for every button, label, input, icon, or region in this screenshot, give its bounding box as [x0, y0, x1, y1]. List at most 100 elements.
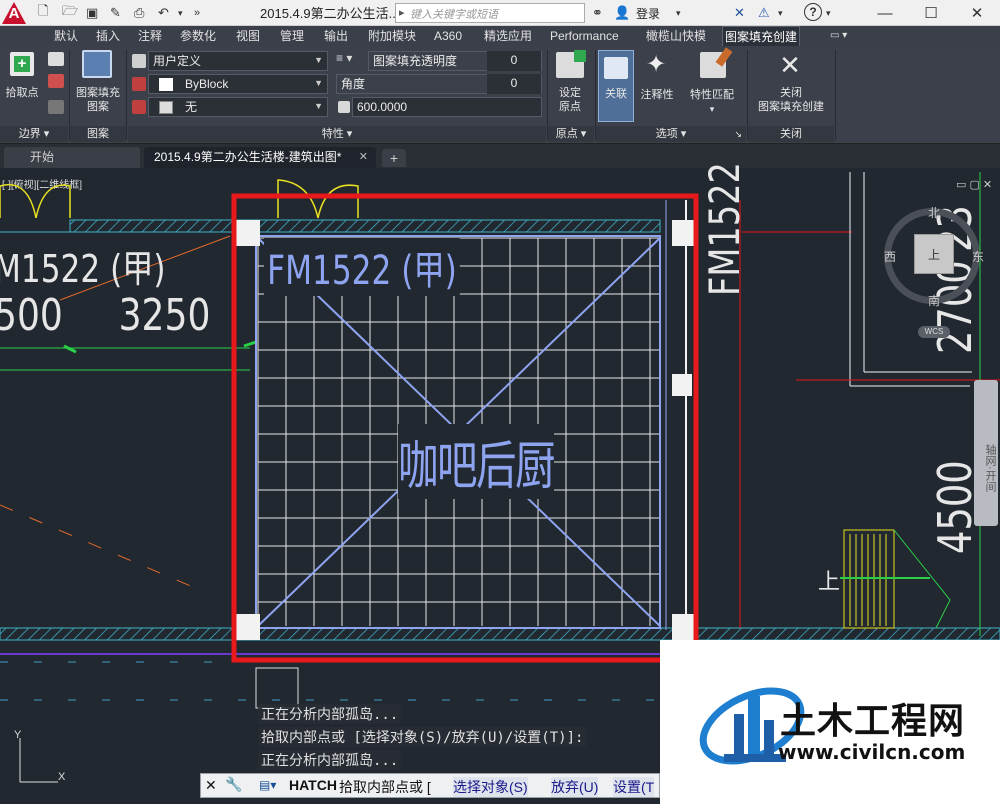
set-origin-icon[interactable] [556, 50, 586, 78]
title-bar: A 🗋 🗁 ▣ ✎ ⎙ ↶ ▾ » 2015.4.9第二办公生活... 键入关键… [0, 0, 1000, 26]
close-tab-icon[interactable]: ✕ [359, 147, 368, 168]
hatch-pattern-icon[interactable] [82, 50, 112, 78]
recreate-boundary-icon[interactable] [48, 100, 64, 114]
associative-toggle[interactable]: 关联 [598, 50, 634, 122]
tab-ganlanshan[interactable]: 橄榄山快模 [644, 26, 708, 46]
pick-points-button[interactable]: 拾取点 [2, 86, 42, 100]
command-customize-icon[interactable]: 🔧 [225, 776, 242, 793]
binoculars-icon[interactable]: ⚭ [592, 3, 603, 23]
spacing-icon [338, 101, 350, 113]
tab-active-drawing[interactable]: 2015.4.9第二办公生活楼-建筑出图* ✕ [144, 147, 376, 168]
option-settings[interactable]: 设置(T [613, 777, 655, 797]
viewcube-north[interactable]: 北 [928, 204, 940, 221]
login-dropdown-icon[interactable]: ▾ [676, 3, 681, 23]
command-history-line-1: 正在分析内部孤岛... [258, 704, 402, 724]
a360-dropdown-icon[interactable]: ▾ [778, 3, 783, 23]
boundary-panel-label[interactable]: 边界 ▾ [0, 126, 68, 142]
tab-addins[interactable]: 附加模块 [366, 26, 418, 46]
pick-points-icon[interactable]: + [10, 52, 34, 76]
tab-insert[interactable]: 插入 [94, 26, 122, 46]
hatch-type-select[interactable]: 用户定义 ▼ [148, 51, 328, 71]
grip-top-right[interactable] [672, 220, 694, 246]
undo-dropdown-icon[interactable]: ▾ [178, 3, 183, 23]
tab-manage[interactable]: 管理 [278, 26, 306, 46]
match-properties-dropdown-icon[interactable]: ▾ [706, 102, 718, 116]
command-name: HATCH [289, 777, 337, 793]
watermark: 土木工程网 www.civilcn.com [660, 640, 1000, 804]
ribbon-minimize-icon[interactable]: ▭ ▾ [828, 26, 849, 46]
angle-field[interactable]: 角度 0 [336, 74, 542, 94]
grip-top-left[interactable] [236, 220, 260, 246]
close-hatch-creation-button[interactable]: 关闭 图案填充创建 [750, 86, 832, 114]
autocad-window: A 🗋 🗁 ▣ ✎ ⎙ ↶ ▾ » 2015.4.9第二办公生活... 键入关键… [0, 0, 1000, 804]
grip-mid-right[interactable] [672, 374, 692, 396]
tab-view[interactable]: 视图 [234, 26, 262, 46]
command-line[interactable]: ✕ 🔧 ▤▾ HATCH 拾取内部点或 [ 选择对象(S) 放弃(U) 设置(T [200, 773, 660, 798]
tab-performance[interactable]: Performance [548, 26, 621, 46]
command-recent-icon[interactable]: ▤▾ [259, 778, 276, 792]
a360-icon[interactable]: ⚠ [758, 3, 770, 23]
tab-start[interactable]: 开始 [4, 147, 140, 168]
bg-color-icon [132, 100, 146, 114]
open-file-icon[interactable]: 🗁 [62, 3, 78, 23]
close-hatch-icon[interactable]: ✕ [776, 52, 804, 78]
new-tab-button[interactable]: + [382, 149, 406, 167]
login-button[interactable]: 登录 [636, 5, 660, 22]
annotative-icon[interactable]: ✦ [644, 52, 668, 78]
tab-hatch-creation[interactable]: 图案填充创建 [722, 26, 801, 46]
grip-bottom-left[interactable] [236, 614, 260, 640]
close-panel-label: 关闭 [748, 126, 834, 142]
minimize-button[interactable]: — [862, 0, 908, 26]
tab-annotate[interactable]: 注释 [136, 26, 164, 46]
undo-icon[interactable]: ↶ [158, 3, 169, 23]
background-color-select[interactable]: 无 ▼ [148, 97, 328, 117]
remove-boundary-icon[interactable] [48, 74, 64, 88]
origin-panel-label[interactable]: 原点 ▾ [548, 126, 594, 142]
wall-top [69, 219, 661, 233]
match-properties-button[interactable]: 特性匹配 [686, 88, 738, 102]
option-undo[interactable]: 放弃(U) [551, 777, 599, 797]
tab-default[interactable]: 默认 [52, 26, 80, 46]
door-arc-left [0, 184, 37, 219]
annotative-button[interactable]: 注释性 [634, 88, 680, 102]
tab-featured-apps[interactable]: 精选应用 [482, 26, 534, 46]
exchange-icon[interactable]: ✕ [734, 3, 745, 23]
set-origin-button[interactable]: 设定 原点 [550, 86, 590, 114]
viewcube-west[interactable]: 西 [884, 248, 896, 265]
hatch-pattern-button[interactable]: 图案填充 图案 [72, 86, 124, 114]
maximize-button[interactable]: ☐ [908, 0, 954, 26]
wcs-menu[interactable]: WCS [918, 326, 950, 338]
stair-up-label: 上 [818, 569, 841, 594]
command-close-icon[interactable]: ✕ [205, 777, 217, 794]
help-icon[interactable]: ? [804, 3, 822, 21]
select-objects-icon[interactable] [48, 52, 64, 66]
transparency-icon[interactable]: ≡ ▾ [336, 51, 364, 71]
spacing-field[interactable]: 600.0000 [352, 97, 542, 117]
document-title: 2015.4.9第二办公生活... [260, 6, 400, 21]
navigation-bar[interactable]: 轴网·开间 [974, 380, 998, 526]
viewcube-east[interactable]: 东 [972, 248, 984, 265]
close-window-button[interactable]: ✕ [954, 0, 1000, 26]
tab-output[interactable]: 输出 [322, 26, 350, 46]
help-dropdown-icon[interactable]: ▾ [826, 3, 831, 23]
print-icon[interactable]: ⎙ [134, 3, 144, 23]
user-icon[interactable]: 👤 [614, 3, 630, 23]
match-properties-icon[interactable] [700, 47, 733, 78]
grip-bottom-right[interactable] [672, 614, 694, 640]
save-as-icon[interactable]: ✎ [110, 3, 121, 23]
properties-panel-label[interactable]: 特性 ▾ [128, 126, 546, 142]
viewcube-south[interactable]: 南 [928, 292, 940, 309]
transparency-field[interactable]: 图案填充透明度 0 [368, 51, 542, 71]
viewport-window-controls[interactable]: ▭ ▢ ✕ [956, 178, 992, 191]
viewcube-top-face[interactable]: 上 [914, 234, 954, 274]
option-select-objects[interactable]: 选择对象(S) [453, 777, 528, 797]
autocad-logo-icon[interactable]: A [2, 2, 26, 24]
save-icon[interactable]: ▣ [86, 3, 98, 23]
hatch-color-select[interactable]: ByBlock ▼ [148, 74, 328, 94]
tab-a360[interactable]: A360 [432, 26, 464, 46]
tab-parametric[interactable]: 参数化 [178, 26, 218, 46]
options-panel-label[interactable]: 选项 ▾ ↘ [596, 126, 746, 142]
more-icon[interactable]: » [194, 3, 200, 23]
new-file-icon[interactable]: 🗋 [38, 3, 48, 23]
search-input[interactable]: 键入关键字或短语 [395, 3, 585, 23]
